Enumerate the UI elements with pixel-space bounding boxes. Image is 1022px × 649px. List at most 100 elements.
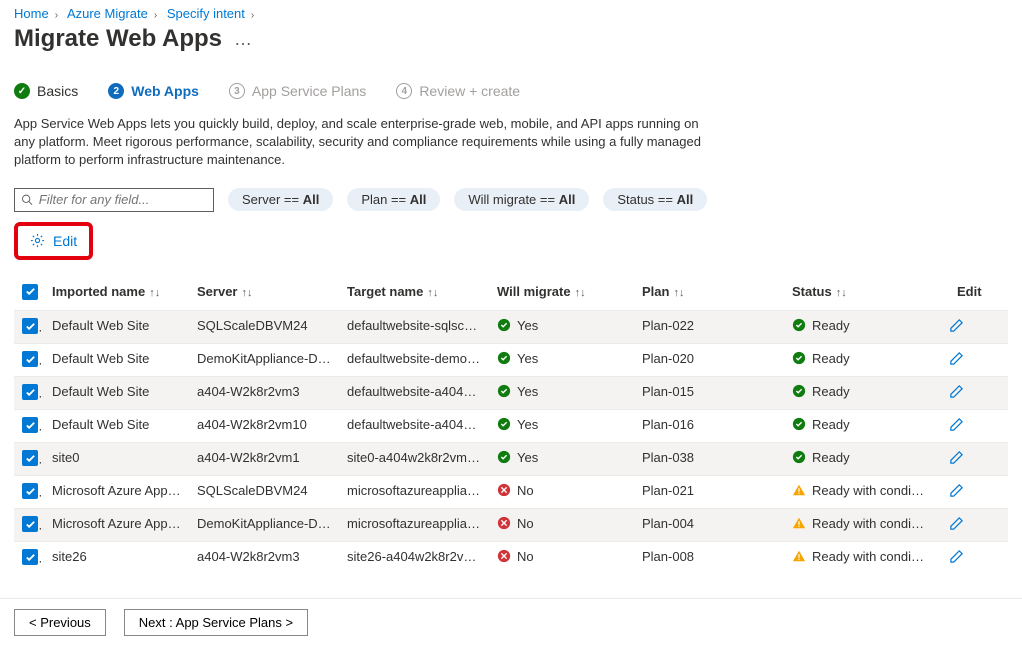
cell-server: a404-W2k8r2vm1 xyxy=(189,443,339,475)
success-icon xyxy=(497,318,511,332)
filter-input-wrapper[interactable] xyxy=(14,188,214,212)
table-row[interactable]: Default Web Sitea404-W2k8r2vm3defaultweb… xyxy=(14,376,1008,409)
cell-server: a404-W2k8r2vm3 xyxy=(189,377,339,409)
cell-plan: Plan-020 xyxy=(634,344,784,376)
next-button[interactable]: Next : App Service Plans > xyxy=(124,609,308,636)
cell-migrate: Yes xyxy=(489,311,634,343)
edit-row-icon[interactable] xyxy=(949,483,964,498)
wizard-steps: ✓ Basics 2Web Apps 3App Service Plans 4 Revie… xyxy=(14,83,1008,99)
col-header-server[interactable]: Server↑↓ xyxy=(189,274,339,311)
step-label: Review + create xyxy=(419,83,520,99)
step-review-create[interactable]: 4 Review + create xyxy=(396,83,520,99)
row-checkbox[interactable] xyxy=(22,351,38,367)
cell-server: DemoKitAppliance-Do... xyxy=(189,509,339,541)
cell-name: site0 xyxy=(44,443,189,475)
col-header-target[interactable]: Target name↑↓ xyxy=(339,274,489,311)
cell-server: a404-W2k8r2vm3 xyxy=(189,542,339,574)
cell-name: Default Web Site xyxy=(44,377,189,409)
table-row[interactable]: Microsoft Azure Appli...SQLScaleDBVM24mi… xyxy=(14,475,1008,508)
cell-target: defaultwebsite-demok... xyxy=(339,344,489,376)
row-checkbox[interactable] xyxy=(22,549,38,565)
step-label: Basics xyxy=(37,83,78,99)
filter-pill[interactable]: Server == All xyxy=(228,188,333,211)
table-row[interactable]: site0a404-W2k8r2vm1site0-a404w2k8r2vm1..… xyxy=(14,442,1008,475)
select-all-checkbox[interactable] xyxy=(22,284,38,300)
cell-name: Default Web Site xyxy=(44,410,189,442)
previous-button[interactable]: < Previous xyxy=(14,609,106,636)
table-row[interactable]: Microsoft Azure Appli...DemoKitAppliance… xyxy=(14,508,1008,541)
breadcrumb-link-home[interactable]: Home xyxy=(14,6,49,21)
table-row[interactable]: Default Web SiteSQLScaleDBVM24defaultweb… xyxy=(14,310,1008,343)
col-header-name[interactable]: Imported name↑↓ xyxy=(44,274,189,311)
success-icon xyxy=(792,318,806,332)
cell-server: a404-W2k8r2vm10 xyxy=(189,410,339,442)
cell-name: Microsoft Azure Appli... xyxy=(44,476,189,508)
cell-migrate: Yes xyxy=(489,344,634,376)
cell-target: site26-a404w2k8r2vm... xyxy=(339,542,489,574)
cell-server: DemoKitAppliance-Do... xyxy=(189,344,339,376)
breadcrumb-link-intent[interactable]: Specify intent xyxy=(167,6,245,21)
cell-migrate: No xyxy=(489,509,634,541)
more-menu-icon[interactable]: … xyxy=(234,29,253,50)
edit-row-icon[interactable] xyxy=(949,450,964,465)
edit-row-icon[interactable] xyxy=(949,384,964,399)
cell-status: Ready xyxy=(784,443,934,475)
col-header-plan[interactable]: Plan↑↓ xyxy=(634,274,784,311)
cell-target: site0-a404w2k8r2vm1... xyxy=(339,443,489,475)
success-icon xyxy=(497,417,511,431)
success-icon xyxy=(497,450,511,464)
table-row[interactable]: site26a404-W2k8r2vm3site26-a404w2k8r2vm.… xyxy=(14,541,1008,574)
cell-status: Ready with conditions xyxy=(784,542,934,574)
row-checkbox[interactable] xyxy=(22,417,38,433)
edit-row-icon[interactable] xyxy=(949,417,964,432)
table-row[interactable]: Default Web Sitea404-W2k8r2vm10defaultwe… xyxy=(14,409,1008,442)
filter-pill[interactable]: Status == All xyxy=(603,188,707,211)
cell-plan: Plan-021 xyxy=(634,476,784,508)
table-row[interactable]: Default Web SiteDemoKitAppliance-Do...de… xyxy=(14,343,1008,376)
row-checkbox[interactable] xyxy=(22,318,38,334)
row-checkbox[interactable] xyxy=(22,450,38,466)
row-checkbox[interactable] xyxy=(22,483,38,499)
step-web-apps[interactable]: 2Web Apps xyxy=(108,83,199,99)
col-header-edit: Edit xyxy=(949,274,994,311)
gear-icon xyxy=(30,233,45,248)
breadcrumb: Home› Azure Migrate› Specify intent› xyxy=(14,6,1008,21)
cell-migrate: Yes xyxy=(489,443,634,475)
breadcrumb-link-azuremigrate[interactable]: Azure Migrate xyxy=(67,6,148,21)
step-circle-icon: ✓ xyxy=(14,83,30,99)
cell-target: defaultwebsite-a404w... xyxy=(339,377,489,409)
error-icon xyxy=(497,549,511,563)
filter-input[interactable] xyxy=(39,192,207,207)
filter-pill[interactable]: Will migrate == All xyxy=(454,188,589,211)
cell-name: Microsoft Azure Appli... xyxy=(44,509,189,541)
col-header-migrate[interactable]: Will migrate↑↓ xyxy=(489,274,634,311)
success-icon xyxy=(792,384,806,398)
cell-status: Ready with conditions xyxy=(784,509,934,541)
filter-pill[interactable]: Plan == All xyxy=(347,188,440,211)
edit-button[interactable]: Edit xyxy=(14,222,93,260)
edit-row-icon[interactable] xyxy=(949,318,964,333)
edit-row-icon[interactable] xyxy=(949,549,964,564)
success-icon xyxy=(792,450,806,464)
error-icon xyxy=(497,483,511,497)
col-header-status[interactable]: Status↑↓ xyxy=(784,274,949,311)
row-checkbox[interactable] xyxy=(22,516,38,532)
cell-name: Default Web Site xyxy=(44,344,189,376)
cell-migrate: Yes xyxy=(489,377,634,409)
cell-target: defaultwebsite-sqlscal... xyxy=(339,311,489,343)
cell-migrate: No xyxy=(489,476,634,508)
step-app-service-plans[interactable]: 3App Service Plans xyxy=(229,83,366,99)
cell-target: defaultwebsite-a404w... xyxy=(339,410,489,442)
step-basics[interactable]: ✓ Basics xyxy=(14,83,78,99)
edit-row-icon[interactable] xyxy=(949,351,964,366)
cell-status: Ready xyxy=(784,377,934,409)
row-checkbox[interactable] xyxy=(22,384,38,400)
cell-status: Ready xyxy=(784,410,934,442)
cell-plan: Plan-016 xyxy=(634,410,784,442)
page-description: App Service Web Apps lets you quickly bu… xyxy=(14,115,714,170)
step-circle-icon: 4 xyxy=(396,83,412,99)
cell-plan: Plan-004 xyxy=(634,509,784,541)
success-icon xyxy=(497,384,511,398)
edit-row-icon[interactable] xyxy=(949,516,964,531)
error-icon xyxy=(497,516,511,530)
